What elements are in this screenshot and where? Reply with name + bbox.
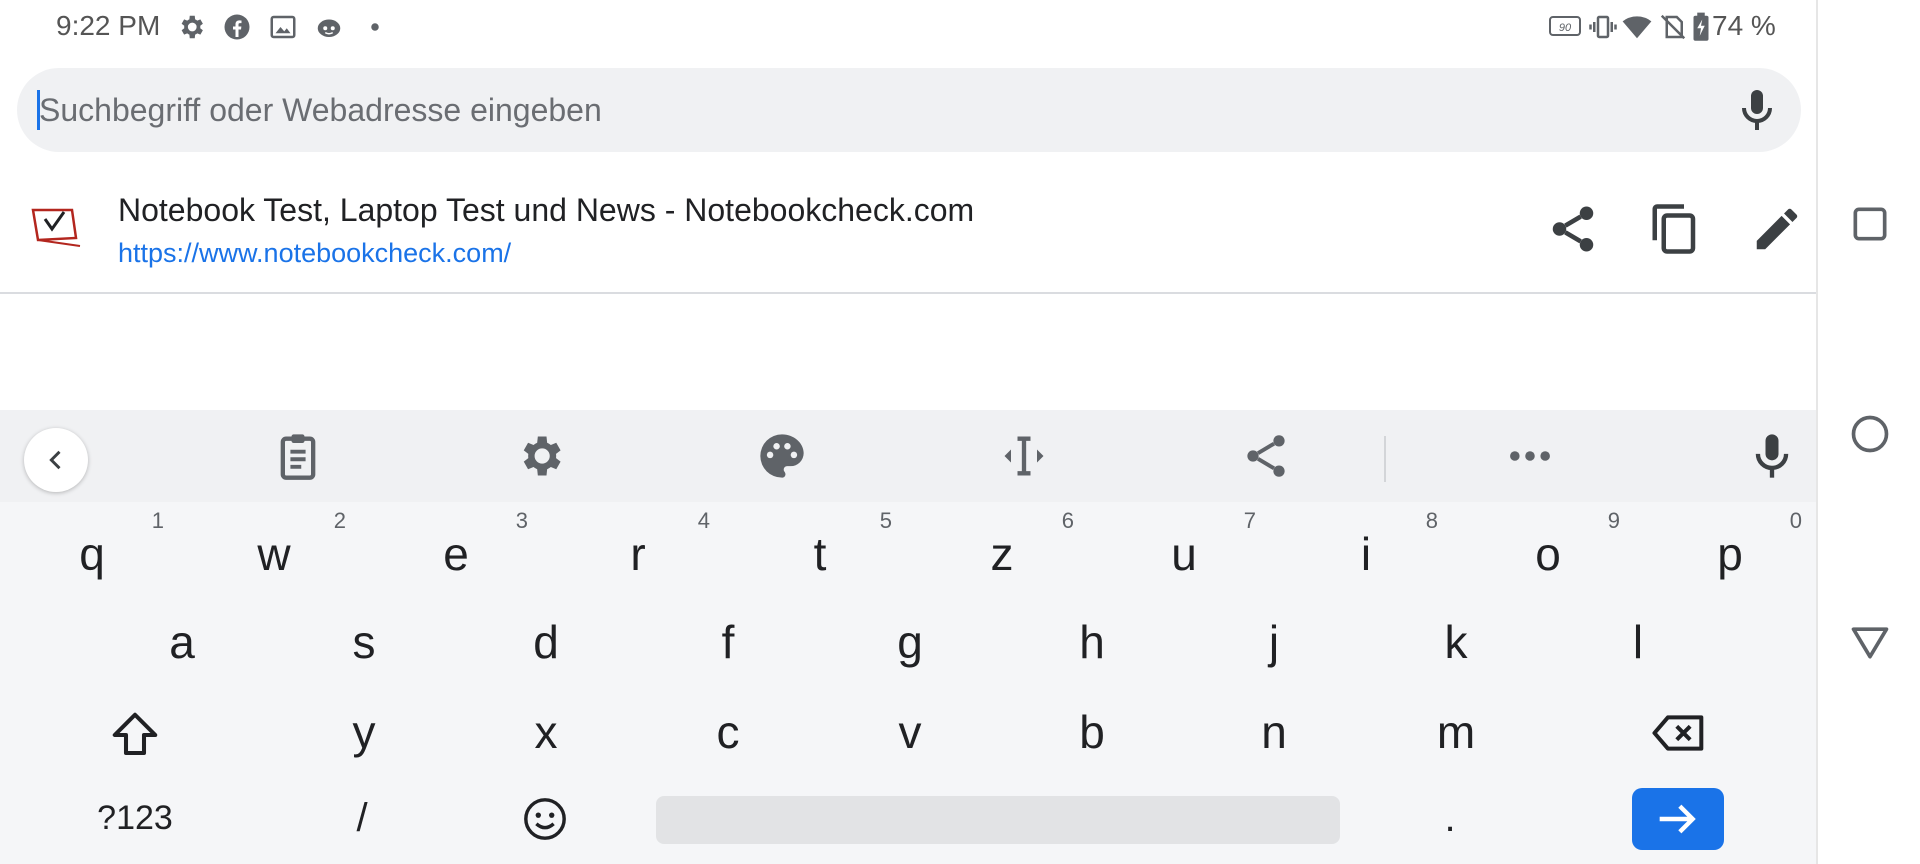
key-j[interactable]: j [1194, 598, 1354, 686]
key-z[interactable]: z6 [922, 508, 1082, 598]
palette-icon[interactable] [756, 430, 808, 482]
key-label: r [630, 528, 646, 580]
home-icon[interactable] [1848, 412, 1892, 456]
space-key[interactable] [656, 796, 1340, 844]
key-slash[interactable]: / [302, 778, 422, 858]
clipboard-icon[interactable] [272, 430, 324, 482]
key-label: z [990, 528, 1014, 580]
key-i[interactable]: i8 [1286, 508, 1446, 598]
recents-icon[interactable] [1848, 202, 1892, 246]
back-button[interactable] [24, 428, 88, 492]
symbols-key[interactable]: ?123 [80, 778, 190, 858]
key-label: u [1171, 528, 1197, 580]
toolbar-separator [1384, 436, 1386, 482]
key-y[interactable]: y [284, 688, 444, 776]
notebookcheck-favicon [31, 208, 81, 247]
key-a[interactable]: a [102, 598, 262, 686]
key-h[interactable]: h [1012, 598, 1172, 686]
key-w[interactable]: w2 [194, 508, 354, 598]
search-input[interactable] [39, 68, 1679, 152]
refresh-rate-label: 90 [1559, 22, 1572, 34]
key-hint: 2 [333, 508, 346, 533]
arrow-right-icon [1659, 804, 1696, 834]
key-label: e [443, 528, 469, 580]
key-hint: 3 [515, 508, 528, 533]
key-r[interactable]: r4 [558, 508, 718, 598]
key-v[interactable]: v [830, 688, 990, 776]
key-k[interactable]: k [1376, 598, 1536, 686]
key-n[interactable]: n [1194, 688, 1354, 776]
key-e[interactable]: e3 [376, 508, 536, 598]
key-hint: 1 [151, 508, 164, 533]
key-b[interactable]: b [1012, 688, 1172, 776]
key-period[interactable]: . [1404, 778, 1496, 858]
key-hint: 7 [1243, 508, 1256, 533]
more-icon[interactable] [1504, 430, 1556, 482]
gear-icon [181, 15, 203, 39]
share-icon[interactable] [1240, 430, 1292, 482]
key-u[interactable]: u7 [1104, 508, 1264, 598]
facebook-icon [224, 14, 250, 40]
key-hint: 5 [879, 508, 892, 533]
key-hint: 6 [1061, 508, 1074, 533]
battery-percent: 74 % [1712, 10, 1776, 41]
vibrate-icon [1589, 15, 1617, 39]
key-label: o [1535, 528, 1561, 580]
divider [0, 292, 1816, 294]
key-label: i [1360, 528, 1372, 580]
key-d[interactable]: d [466, 598, 626, 686]
navigation-bar [1816, 0, 1920, 864]
keyboard: q1 w2 e3 r4 t5 z6 u7 i8 o9 p0 a s d f g … [0, 410, 1816, 864]
reddit-icon [317, 19, 341, 37]
back-icon[interactable] [1848, 620, 1892, 664]
key-label: q [79, 528, 105, 580]
key-t[interactable]: t5 [740, 508, 900, 598]
no-sim-icon [1660, 14, 1686, 40]
key-label: w [257, 528, 291, 580]
key-f[interactable]: f [648, 598, 808, 686]
address-bar[interactable] [17, 68, 1801, 152]
key-q[interactable]: q1 [12, 508, 172, 598]
keyboard-toolbar [0, 410, 1816, 502]
key-m[interactable]: m [1376, 688, 1536, 776]
image-icon [270, 15, 296, 39]
key-c[interactable]: c [648, 688, 808, 776]
back-icon [49, 450, 61, 470]
battery-icon [1693, 12, 1709, 41]
copy-icon[interactable] [1648, 202, 1702, 256]
shift-icon[interactable] [108, 708, 162, 762]
mic-icon[interactable] [1733, 86, 1781, 134]
key-s[interactable]: s [284, 598, 444, 686]
key-label: p [1717, 528, 1743, 580]
wifi-icon [1622, 16, 1652, 39]
key-label: t [813, 528, 827, 580]
refresh-rate-icon: 90 [1549, 16, 1581, 36]
key-hint: 8 [1425, 508, 1438, 533]
suggestion-url: https://www.notebookcheck.com/ [118, 238, 512, 268]
dot-icon [371, 23, 379, 31]
edit-icon[interactable] [1750, 202, 1804, 256]
suggestion-title: Notebook Test, Laptop Test und News - No… [118, 192, 975, 228]
browser-screen: 9:22 PM 90 74 % Suchbegriff oder Webadre… [0, 0, 1920, 864]
key-hint: 4 [697, 508, 710, 533]
key-g[interactable]: g [830, 598, 990, 686]
suggestion-item[interactable]: Notebook Test, Laptop Test und News - No… [0, 178, 1816, 292]
status-bar: 9:22 PM 90 74 % [0, 0, 1816, 52]
key-x[interactable]: x [466, 688, 626, 776]
key-o[interactable]: o9 [1468, 508, 1628, 598]
key-p[interactable]: p0 [1650, 508, 1810, 598]
share-icon[interactable] [1546, 202, 1600, 256]
key-hint: 9 [1607, 508, 1620, 533]
emoji-icon[interactable] [522, 796, 568, 842]
status-time: 9:22 PM [56, 10, 161, 41]
key-l[interactable]: l [1558, 598, 1718, 686]
key-hint: 0 [1789, 508, 1802, 533]
cursor-move-icon[interactable] [998, 430, 1050, 482]
mic-icon[interactable] [1746, 430, 1798, 482]
backspace-icon[interactable] [1650, 706, 1708, 760]
settings-icon[interactable] [514, 430, 566, 482]
enter-button[interactable] [1632, 788, 1724, 850]
